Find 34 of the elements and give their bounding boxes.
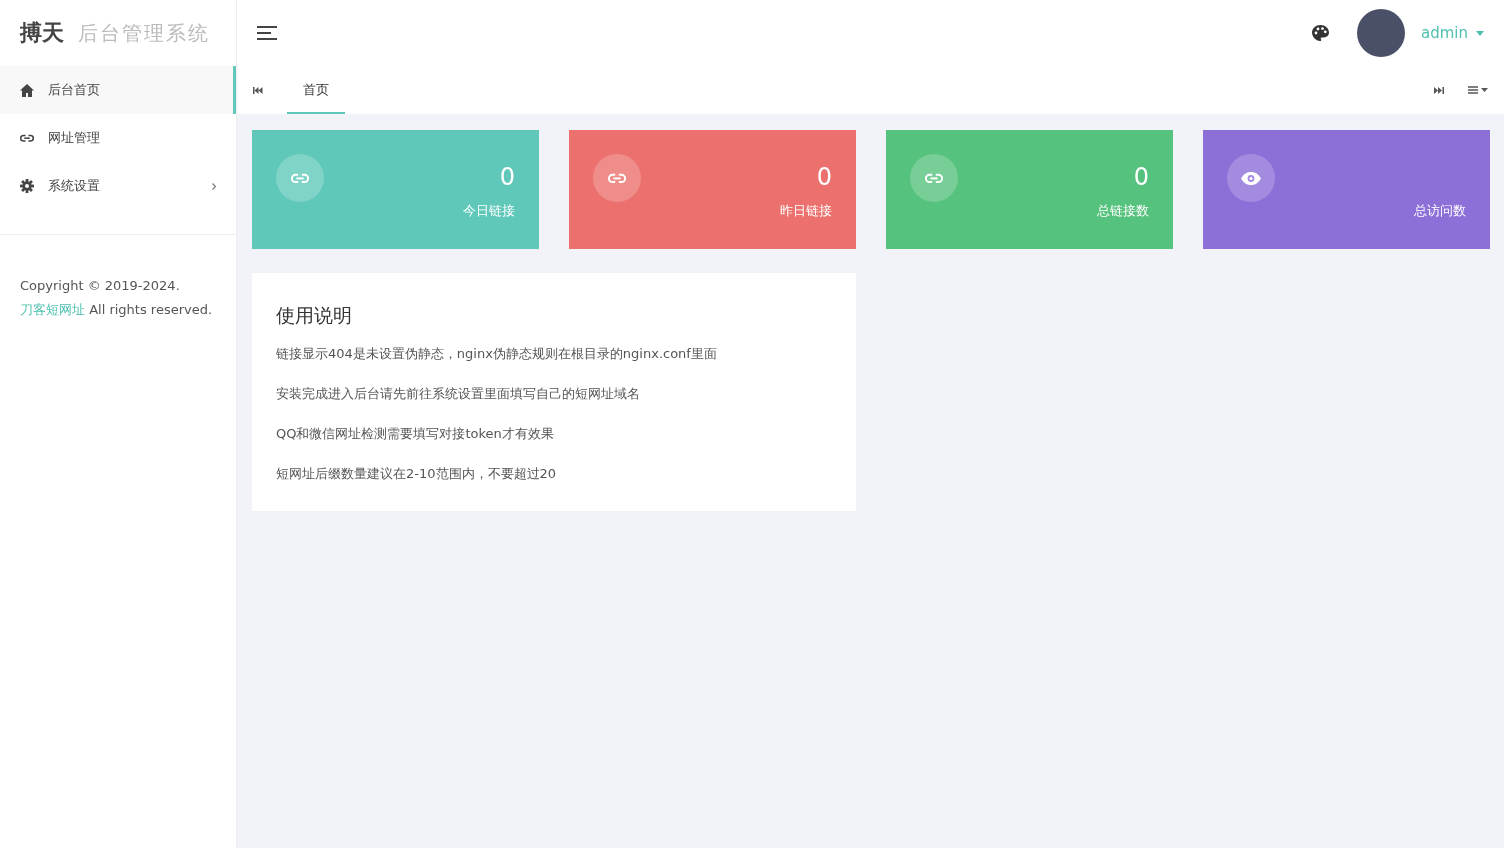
rewind-icon[interactable]: [253, 86, 263, 94]
sidebar-item[interactable]: 系统设置: [0, 162, 236, 210]
stat-label: 昨日链接: [780, 202, 832, 220]
notice-line: QQ和微信网址检测需要填写对接token才有效果: [276, 425, 555, 443]
tab[interactable]: 首页: [287, 66, 345, 114]
menu-icon[interactable]: [257, 26, 277, 40]
brand-logo: 搏天: [20, 19, 64, 47]
stat-value: 0: [816, 163, 832, 191]
link-icon: [20, 133, 34, 143]
sidebar-item[interactable]: 网址管理: [0, 114, 236, 162]
brand-subtitle: 后台管理系统: [78, 19, 210, 47]
caret-icon: [1476, 30, 1484, 36]
stat-label: 总访问数: [1414, 202, 1466, 220]
copyright-text: Copyright © 2019-2024. 刀客短网址 All rights reserved.: [19, 277, 214, 319]
home-icon: [20, 83, 34, 97]
stat-label: 今日链接: [463, 202, 515, 220]
link-icon: [291, 172, 309, 184]
link-icon: [925, 172, 943, 184]
forward-icon[interactable]: [1434, 86, 1444, 94]
sidebar-item[interactable]: 后台首页: [0, 66, 236, 114]
link-icon: [608, 172, 626, 184]
stat-value: 0: [1133, 163, 1149, 191]
chevron-icon: [212, 182, 216, 190]
notice-line: 安装完成进入后台请先前往系统设置里面填写自己的短网址域名: [276, 385, 641, 403]
stat-label: 总链接数: [1097, 202, 1149, 220]
eye-icon: [1241, 171, 1261, 185]
notice-line: 链接显示404是未设置伪静态，nginx伪静态规则在根目录的nginx.conf里面: [276, 345, 718, 363]
palette-icon[interactable]: [1312, 25, 1329, 41]
stat-value: 0: [499, 163, 515, 191]
settings-icon: [20, 179, 34, 193]
notice-line: 短网址后缀数量建议在2-10范围内，不要超过20: [276, 465, 558, 483]
notice-title: 使用说明: [276, 303, 353, 328]
avatar[interactable]: [1357, 9, 1405, 57]
list-menu-icon[interactable]: [1468, 86, 1488, 94]
